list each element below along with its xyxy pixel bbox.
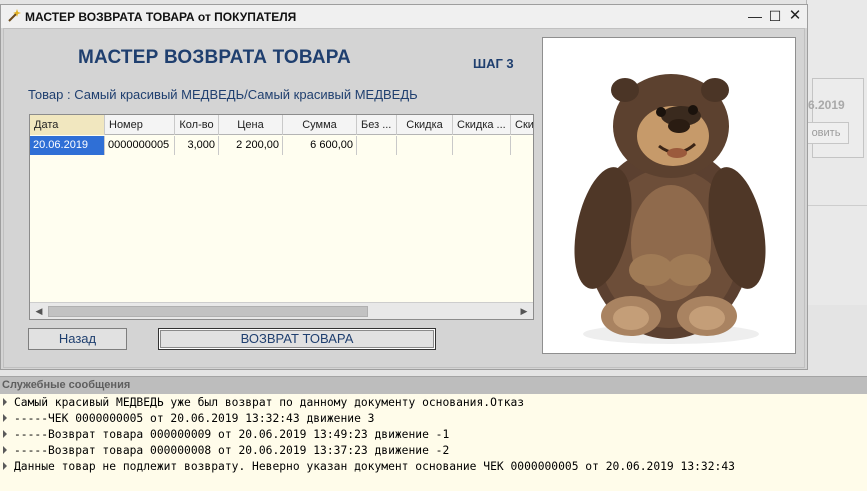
product-line: Товар : Самый красивый МЕДВЕДЬ/Самый кра… [28, 87, 418, 102]
cell-price[interactable]: 2 200,00 [219, 136, 283, 155]
product-image-frame [542, 37, 796, 354]
messages-header: Служебные сообщения [0, 376, 867, 394]
scroll-right-icon[interactable]: ▶ [516, 304, 532, 319]
cell-without[interactable] [357, 136, 397, 155]
window-title: МАСТЕР ВОЗВРАТА ТОВАРА от ПОКУПАТЕЛЯ [25, 10, 297, 24]
return-goods-button[interactable]: ВОЗВРАТ ТОВАРА [158, 328, 436, 350]
cell-sum[interactable]: 6 600,00 [283, 136, 357, 155]
column-header-discount-3[interactable]: Ски [511, 115, 533, 135]
wizard-heading: МАСТЕР ВОЗВРАТА ТОВАРА [78, 47, 351, 68]
message-text: -----Возврат товара 000000009 от 20.06.2… [14, 428, 450, 441]
column-header-quantity[interactable]: Кол-во [175, 115, 219, 135]
step-label: ШАГ 3 [473, 56, 514, 71]
triangle-right-icon [3, 398, 7, 406]
messages-panel: Самый красивый МЕДВЕДЬ уже был возврат п… [0, 394, 867, 491]
cell-discount-2[interactable] [453, 136, 511, 155]
horizontal-scrollbar[interactable]: ◀ ▶ [30, 302, 533, 319]
documents-grid[interactable]: Дата Номер Кол-во Цена Сумма Без ... Ски… [29, 114, 534, 320]
background-button[interactable]: овить [803, 122, 849, 144]
triangle-right-icon [3, 430, 7, 438]
message-line[interactable]: -----ЧЕК 0000000005 от 20.06.2019 13:32:… [0, 411, 867, 427]
message-line[interactable]: Данные товар не подлежит возврату. Невер… [0, 459, 867, 475]
cell-date[interactable]: 20.06.2019 [30, 136, 105, 155]
messages-title: Служебные сообщения [2, 379, 131, 391]
cell-discount-3[interactable] [511, 136, 533, 155]
back-button[interactable]: Назад [28, 328, 127, 350]
background-strip [808, 205, 867, 305]
cell-number[interactable]: 0000000005 [105, 136, 175, 155]
message-text: -----Возврат товара 000000008 от 20.06.2… [14, 444, 450, 457]
background-inner-frame [812, 78, 864, 158]
column-header-price[interactable]: Цена [219, 115, 283, 135]
background-date: 6.2019 [808, 98, 845, 112]
message-line[interactable]: -----Возврат товара 000000009 от 20.06.2… [0, 427, 867, 443]
table-row[interactable]: 20.06.2019 0000000005 3,000 2 200,00 6 6… [30, 136, 533, 155]
wizard-wand-icon [8, 9, 21, 22]
cell-discount[interactable] [397, 136, 453, 155]
triangle-right-icon [3, 446, 7, 454]
column-header-sum[interactable]: Сумма [283, 115, 357, 135]
close-button[interactable]: ✕ [785, 7, 805, 27]
message-text: Самый красивый МЕДВЕДЬ уже был возврат п… [14, 396, 525, 409]
column-header-discount-2[interactable]: Скидка ... [453, 115, 511, 135]
minimize-button[interactable]: — [745, 7, 765, 27]
cell-quantity[interactable]: 3,000 [175, 136, 219, 155]
teddy-bear-image [574, 74, 766, 344]
grid-header: Дата Номер Кол-во Цена Сумма Без ... Ски… [30, 115, 533, 135]
message-line[interactable]: Самый красивый МЕДВЕДЬ уже был возврат п… [0, 395, 867, 411]
triangle-right-icon [3, 462, 7, 470]
column-header-date[interactable]: Дата [30, 115, 105, 135]
column-header-discount[interactable]: Скидка [397, 115, 453, 135]
message-text: Данные товар не подлежит возврату. Невер… [14, 460, 735, 473]
column-header-without[interactable]: Без ... [357, 115, 397, 135]
column-header-number[interactable]: Номер [105, 115, 175, 135]
title-bar[interactable]: МАСТЕР ВОЗВРАТА ТОВАРА от ПОКУПАТЕЛЯ — ☐… [1, 5, 807, 28]
scroll-left-icon[interactable]: ◀ [31, 304, 47, 319]
scrollbar-thumb[interactable] [48, 306, 368, 317]
maximize-button[interactable]: ☐ [765, 7, 785, 27]
message-text: -----ЧЕК 0000000005 от 20.06.2019 13:32:… [14, 412, 375, 425]
message-line[interactable]: -----Возврат товара 000000008 от 20.06.2… [0, 443, 867, 459]
triangle-right-icon [3, 414, 7, 422]
